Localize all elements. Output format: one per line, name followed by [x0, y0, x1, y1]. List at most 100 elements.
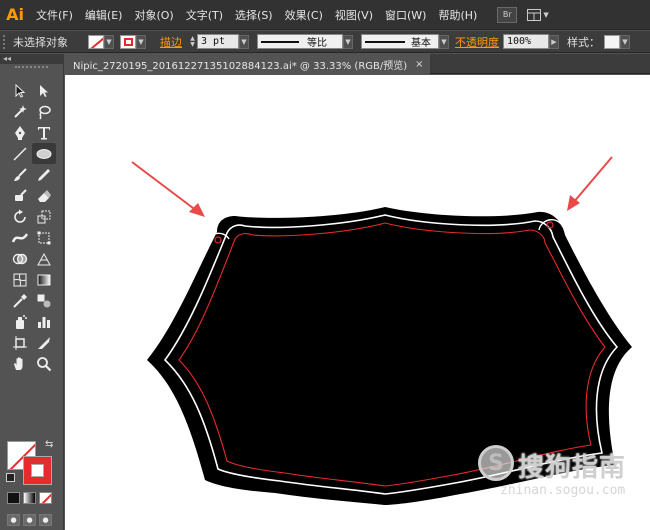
symbol-sprayer-tool[interactable] [8, 311, 32, 332]
type-t-icon [38, 126, 50, 139]
selection-tool[interactable] [8, 80, 32, 101]
workspace-switcher[interactable]: ▼ [527, 7, 551, 23]
opacity-input[interactable]: 100% [503, 34, 549, 49]
column-graph-tool[interactable] [32, 311, 56, 332]
menu-type[interactable]: 文字(T) [180, 0, 229, 30]
tool-grid [8, 80, 56, 374]
line-segment-tool[interactable] [8, 143, 32, 164]
ellipse-icon [36, 148, 52, 159]
menu-window[interactable]: 窗口(W) [379, 0, 432, 30]
chevron-down-icon: ▼ [190, 40, 195, 48]
close-icon[interactable]: × [415, 59, 423, 70]
zoom-tool[interactable] [32, 353, 56, 374]
pencil-tool[interactable] [32, 164, 56, 185]
menu-edit[interactable]: 编辑(E) [79, 0, 129, 30]
menu-view[interactable]: 视图(V) [329, 0, 379, 30]
none-mode-button[interactable] [39, 492, 52, 504]
hand-tool[interactable] [8, 353, 32, 374]
tools-panel-collapse[interactable]: ◂◂ [0, 54, 63, 64]
mesh-icon [13, 273, 27, 286]
none-swatch-icon [40, 493, 51, 503]
bridge-button[interactable]: Br [497, 6, 518, 23]
paintbrush-tool[interactable] [8, 164, 32, 185]
menu-help[interactable]: 帮助(H) [432, 0, 483, 30]
fill-swatch[interactable] [88, 34, 104, 49]
default-fill-stroke-icon[interactable] [6, 473, 15, 482]
tools-panel-grip[interactable] [15, 66, 48, 72]
direct-selection-tool[interactable] [32, 80, 56, 101]
fill-dropdown[interactable]: ▼ [104, 34, 114, 49]
free-transform-tool[interactable] [32, 227, 56, 248]
draw-normal-button[interactable]: ● [7, 514, 20, 526]
pen-tool[interactable] [8, 122, 32, 143]
eraser-tool[interactable] [32, 185, 56, 206]
circle-icon: ● [26, 516, 33, 524]
chevron-down-icon: ▼ [543, 10, 549, 19]
graphic-style-swatch[interactable] [604, 34, 620, 49]
slice-tool[interactable] [32, 332, 56, 353]
scale-tool[interactable] [32, 206, 56, 227]
column-graph-icon [38, 316, 50, 328]
gradient-tool[interactable] [32, 269, 56, 290]
width-tool[interactable] [8, 227, 32, 248]
left-annotation-arrow [131, 161, 205, 217]
watermark: S 搜狗指南 zhinan.sogou.com [478, 443, 638, 503]
eyedropper-tool[interactable] [8, 290, 32, 311]
shape-builder-icon [12, 253, 28, 264]
blend-icon [37, 294, 51, 307]
menu-file[interactable]: 文件(F) [30, 0, 79, 30]
blob-brush-tool[interactable] [8, 185, 32, 206]
stroke-dropdown[interactable]: ▼ [136, 34, 146, 49]
fill-stroke-widget: ⇆ [5, 439, 55, 485]
color-mode-buttons [7, 492, 52, 504]
graphic-style-dropdown[interactable]: ▼ [620, 34, 630, 49]
menu-effect[interactable]: 效果(C) [279, 0, 329, 30]
menu-select[interactable]: 选择(S) [229, 0, 279, 30]
magic-wand-tool[interactable] [8, 101, 32, 122]
mesh-tool[interactable] [8, 269, 32, 290]
scale-icon [37, 210, 51, 223]
document-tab[interactable]: Nipic_2720195_20161227135102884123.ai* @… [65, 54, 430, 74]
rotate-icon [14, 209, 26, 223]
draw-inside-button[interactable]: ● [39, 514, 52, 526]
style-label: 样式： [567, 35, 600, 49]
swap-fill-stroke-icon[interactable]: ⇆ [45, 439, 53, 450]
eyedropper-icon [13, 293, 27, 308]
menu-object[interactable]: 对象(O) [128, 0, 179, 30]
direct-selection-arrow-icon [40, 84, 48, 97]
stroke-swatch[interactable] [120, 34, 136, 49]
magic-wand-icon [14, 104, 27, 118]
stroke-weight-stepper[interactable]: ▲ ▼ [188, 35, 197, 49]
opacity-dropdown[interactable]: ▶ [549, 34, 559, 49]
shape-builder-tool[interactable] [8, 248, 32, 269]
ellipse-tool[interactable] [32, 143, 56, 164]
gradient-mode-button[interactable] [23, 492, 36, 504]
tools-panel: ◂◂ ⇆ ● ● ● [0, 54, 64, 530]
menu-right-group: Br ▼ [497, 6, 551, 23]
zoom-magnifier-icon [37, 356, 52, 371]
chevron-down-icon: ▼ [241, 37, 247, 46]
color-mode-button[interactable] [7, 492, 20, 504]
profile-line-icon [261, 40, 299, 43]
app-logo: Ai [6, 5, 24, 24]
slice-knife-icon [38, 336, 50, 349]
brush-dropdown[interactable]: ▼ [439, 34, 449, 49]
control-bar-grip[interactable] [3, 34, 9, 49]
blend-tool[interactable] [32, 290, 56, 311]
lasso-tool[interactable] [32, 101, 56, 122]
draw-behind-button[interactable]: ● [23, 514, 36, 526]
rotate-tool[interactable] [8, 206, 32, 227]
opacity-panel-link[interactable]: 不透明度 [455, 34, 499, 50]
stroke-panel-link[interactable]: 描边 [160, 34, 182, 50]
profile-dropdown[interactable]: ▼ [343, 34, 353, 49]
chevron-down-icon: ▼ [441, 37, 447, 46]
artboard-tool[interactable] [8, 332, 32, 353]
brush-definition[interactable]: 基本 [361, 34, 439, 49]
stroke-color-box[interactable] [23, 456, 52, 485]
pen-nib-icon [15, 125, 25, 140]
stroke-weight-dropdown[interactable]: ▼ [239, 34, 249, 49]
stroke-weight-input[interactable]: 3 pt [197, 34, 239, 49]
variable-width-profile[interactable]: 等比 [257, 34, 343, 49]
type-tool[interactable] [32, 122, 56, 143]
graph-tool-alt[interactable] [32, 248, 56, 269]
